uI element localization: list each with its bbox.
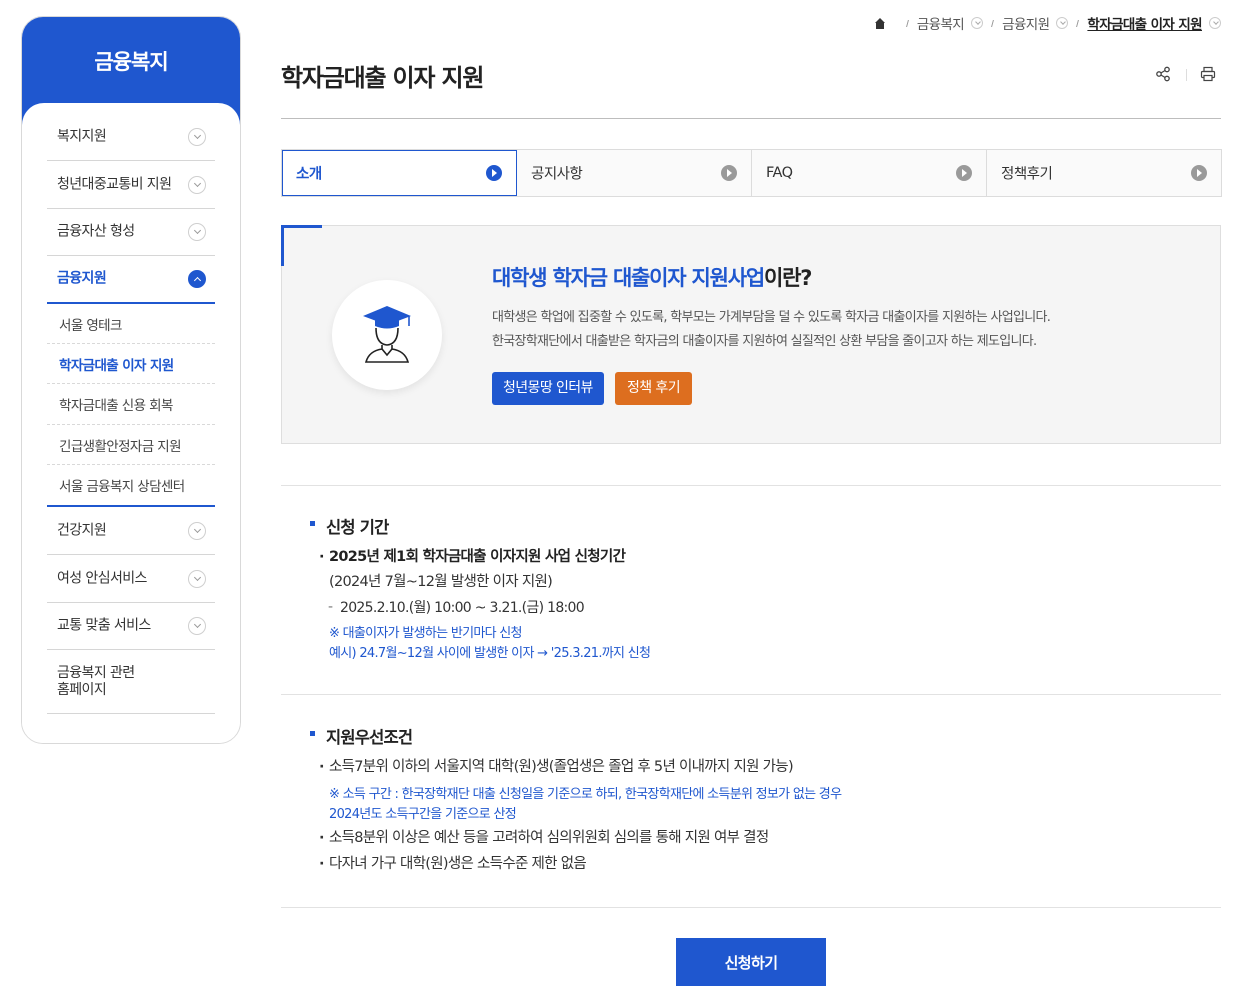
chevron-down-icon bbox=[188, 521, 206, 540]
page-title: 학자금대출 이자 지원 bbox=[281, 64, 484, 92]
sidebar-sub-label: 서울 영테크 bbox=[59, 317, 122, 334]
breadcrumb-item[interactable]: 금융지원 bbox=[1002, 13, 1069, 33]
sidebar-menu: 복지지원 청년대중교통비 지원 금융자산 형성 금융지원 서울 영테크 학자금대… bbox=[22, 103, 240, 743]
period-note-example: 예시) 24.7월~12월 사이에 발생한 이자 → '25.3.21.까지 신… bbox=[329, 646, 651, 661]
corner-accent bbox=[281, 225, 322, 266]
breadcrumb-label: 금융지원 bbox=[1002, 17, 1050, 33]
sidebar-nav: 금융복지 복지지원 청년대중교통비 지원 금융자산 형성 금융지원 서울 영테크… bbox=[21, 16, 241, 744]
section-title-period: 신청 기간 bbox=[309, 514, 389, 538]
period-dates: 2025.2.10.(월) 10:00 ~ 3.21.(금) 18:00 bbox=[328, 598, 585, 617]
section-title-text: 지원우선조건 bbox=[326, 728, 413, 747]
sidebar-item-health[interactable]: 건강지원 bbox=[47, 507, 215, 555]
intro-heading-highlight: 대학생 학자금 대출이자 지원사업 bbox=[492, 266, 765, 290]
intro-box: 대학생 학자금 대출이자 지원사업이란? 대학생은 학업에 집중할 수 있도록,… bbox=[281, 225, 1221, 444]
breadcrumb-separator bbox=[1076, 19, 1080, 27]
sidebar-item-welfare[interactable]: 복지지원 bbox=[47, 113, 215, 161]
header-divider bbox=[281, 118, 1221, 119]
arrow-right-icon bbox=[1191, 165, 1207, 181]
sidebar-sub-loan-interest[interactable]: 학자금대출 이자 지원 bbox=[47, 344, 215, 384]
interview-button[interactable]: 청년몽땅 인터뷰 bbox=[492, 372, 604, 405]
intro-heading-rest: 이란? bbox=[764, 266, 812, 290]
sidebar-item-label: 여성 안심서비스 bbox=[57, 570, 147, 586]
sidebar-item-assets[interactable]: 금융자산 형성 bbox=[47, 209, 215, 256]
apply-button[interactable]: 신청하기 bbox=[676, 938, 826, 986]
chevron-down-icon[interactable] bbox=[1056, 17, 1069, 29]
tab-label: 정책후기 bbox=[1001, 166, 1053, 183]
chevron-up-icon bbox=[188, 270, 206, 288]
period-headline: 2025년 제1회 학자금대출 이자지원 사업 신청기간 bbox=[319, 548, 626, 566]
section-title-conditions: 지원우선조건 bbox=[309, 724, 413, 748]
breadcrumb-separator bbox=[991, 19, 995, 27]
breadcrumb-label: 학자금대출 이자 지원 bbox=[1087, 17, 1202, 33]
sidebar-item-transit[interactable]: 청년대중교통비 지원 bbox=[47, 161, 215, 209]
sidebar-sub-counseling-center[interactable]: 서울 금융복지 상담센터 bbox=[47, 465, 215, 507]
chevron-down-icon bbox=[188, 617, 206, 635]
sidebar-sub-young-tech[interactable]: 서울 영테크 bbox=[47, 304, 215, 344]
arrow-right-icon bbox=[486, 165, 502, 181]
condition-item: 소득8분위 이상은 예산 등을 고려하여 심의위원회 심의를 통해 지원 여부 … bbox=[319, 829, 769, 847]
condition-note: 2024년도 소득구간을 기준으로 산정 bbox=[329, 807, 517, 822]
tab-label: FAQ bbox=[766, 165, 793, 181]
graduate-icon bbox=[363, 306, 411, 363]
section-divider bbox=[281, 485, 1221, 486]
chevron-down-icon bbox=[188, 223, 206, 241]
sidebar-title: 금융복지 bbox=[94, 50, 168, 74]
tab-intro[interactable]: 소개 bbox=[282, 150, 517, 196]
section-divider bbox=[281, 907, 1221, 908]
breadcrumb-separator bbox=[905, 19, 909, 27]
section-divider bbox=[281, 694, 1221, 695]
sidebar-item-related-sites[interactable]: 금융복지 관련 홈페이지 bbox=[47, 650, 215, 714]
chevron-down-icon[interactable] bbox=[971, 17, 984, 29]
sidebar-item-label: 청년대중교통비 지원 bbox=[57, 176, 172, 192]
sidebar-sub-label: 학자금대출 신용 회복 bbox=[59, 398, 173, 414]
chevron-down-icon bbox=[188, 569, 206, 588]
period-note: ※ 대출이자가 발생하는 반기마다 신청 bbox=[329, 626, 523, 641]
arrow-right-icon bbox=[956, 165, 972, 181]
intro-desc-line: 한국장학재단에서 대출받은 학자금의 대출이자를 지원하여 실질적인 상환 부담… bbox=[492, 334, 1037, 349]
chevron-down-icon bbox=[188, 175, 206, 194]
print-icon[interactable] bbox=[1200, 66, 1216, 82]
breadcrumb: 금융복지 금융지원 학자금대출 이자 지원 bbox=[874, 13, 1221, 33]
sidebar-sub-label: 긴급생활안정자금 지원 bbox=[59, 438, 182, 455]
policy-review-button[interactable]: 정책 후기 bbox=[615, 372, 692, 405]
breadcrumb-item[interactable]: 금융복지 bbox=[916, 13, 984, 33]
arrow-right-icon bbox=[721, 165, 737, 181]
intro-desc-line: 대학생은 학업에 집중할 수 있도록, 학부모는 가계부담을 덜 수 있도록 학… bbox=[492, 310, 1051, 325]
intro-heading: 대학생 학자금 대출이자 지원사업이란? bbox=[492, 262, 812, 292]
condition-note: ※ 소득 구간 : 한국장학재단 대출 신청일을 기준으로 하되, 한국장학재단… bbox=[329, 787, 842, 802]
tab-label: 공지사항 bbox=[531, 166, 583, 183]
share-icon[interactable] bbox=[1155, 66, 1171, 82]
chevron-down-icon[interactable] bbox=[1209, 17, 1221, 29]
tab-bar: 소개 공지사항 FAQ 정책후기 bbox=[281, 149, 1222, 197]
breadcrumb-label: 금융복지 bbox=[916, 17, 965, 33]
sidebar-item-label: 건강지원 bbox=[57, 522, 107, 538]
period-detail: (2024년 7월~12월 발생한 이자 지원) bbox=[329, 574, 553, 590]
sidebar-sub-label: 학자금대출 이자 지원 bbox=[59, 357, 174, 374]
sidebar-item-traffic-service[interactable]: 교통 맞춤 서비스 bbox=[47, 603, 215, 650]
tab-notice[interactable]: 공지사항 bbox=[517, 150, 752, 196]
sidebar-item-label: 금융지원 bbox=[57, 270, 107, 287]
section-title-text: 신청 기간 bbox=[326, 518, 389, 537]
sidebar-item-women-safety[interactable]: 여성 안심서비스 bbox=[47, 555, 215, 603]
tab-policy-review[interactable]: 정책후기 bbox=[987, 150, 1221, 196]
home-icon[interactable] bbox=[874, 17, 886, 29]
condition-item: 소득7분위 이하의 서울지역 대학(원)생(졸업생은 졸업 후 5년 이내까지 … bbox=[319, 758, 794, 776]
toolbar-divider bbox=[1186, 69, 1187, 81]
sidebar-item-financial-support[interactable]: 금융지원 bbox=[47, 256, 215, 304]
tab-label: 소개 bbox=[296, 166, 322, 183]
tab-faq[interactable]: FAQ bbox=[752, 150, 987, 196]
graduate-illustration bbox=[332, 280, 442, 390]
sidebar-sub-label: 서울 금융복지 상담센터 bbox=[59, 479, 185, 495]
condition-item: 다자녀 가구 대학(원)생은 소득수준 제한 없음 bbox=[319, 855, 587, 873]
sidebar-sub-credit-recovery[interactable]: 학자금대출 신용 회복 bbox=[47, 384, 215, 425]
sidebar-item-label: 금융복지 관련 홈페이지 bbox=[57, 664, 135, 698]
breadcrumb-item-current[interactable]: 학자금대출 이자 지원 bbox=[1087, 13, 1221, 33]
sidebar-item-label: 금융자산 형성 bbox=[57, 223, 135, 240]
chevron-down-icon bbox=[188, 127, 206, 146]
sidebar-item-label: 복지지원 bbox=[57, 128, 107, 144]
intro-description: 대학생은 학업에 집중할 수 있도록, 학부모는 가계부담을 덜 수 있도록 학… bbox=[492, 306, 1051, 354]
sidebar-item-label: 교통 맞춤 서비스 bbox=[57, 617, 151, 634]
sidebar-sub-emergency-fund[interactable]: 긴급생활안정자금 지원 bbox=[47, 425, 215, 465]
